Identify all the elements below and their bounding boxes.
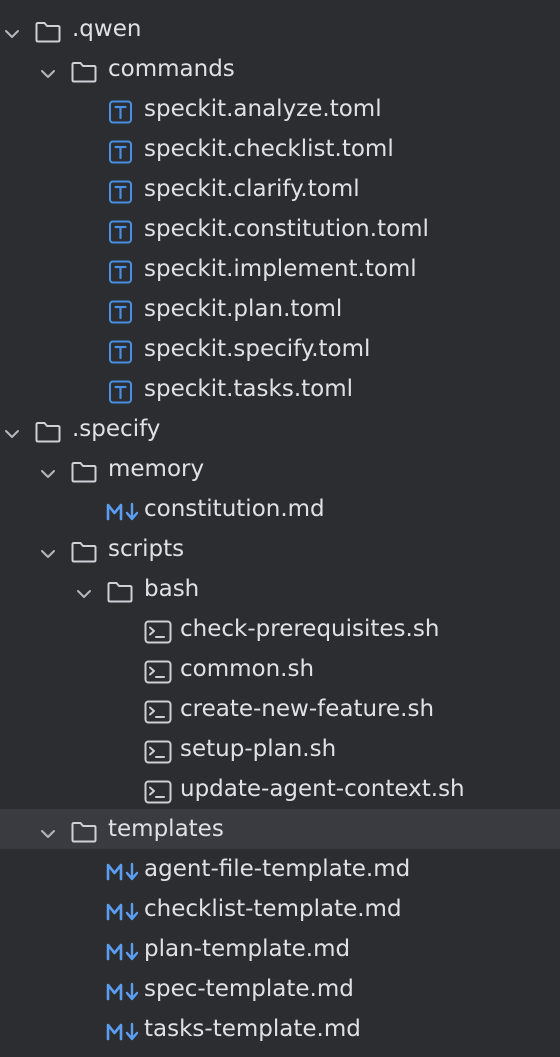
tree-file-constitution-md[interactable]: constitution.md [0, 489, 560, 529]
chevron-down-icon[interactable] [2, 418, 22, 440]
tree-file-speckit-constitution-toml[interactable]: speckit.constitution.toml [0, 209, 560, 249]
folder-label: commands [108, 56, 235, 82]
tree-file-agent-file-template-md[interactable]: agent-file-template.md [0, 849, 560, 889]
folder-icon [34, 17, 62, 43]
folder-label: bash [144, 576, 200, 602]
file-label: constitution.md [144, 496, 325, 522]
folder-label: .qwen [72, 16, 142, 42]
tree-file-create-new-feature-sh[interactable]: create-new-feature.sh [0, 689, 560, 729]
file-label: speckit.plan.toml [144, 296, 343, 322]
shell-script-icon [144, 697, 172, 724]
folder-icon [70, 57, 98, 83]
folder-icon [70, 817, 98, 843]
tree-folder-dot-qwen[interactable]: .qwen [0, 9, 560, 49]
markdown-file-icon [106, 977, 142, 1001]
tree-file-plan-template-md[interactable]: plan-template.md [0, 929, 560, 969]
file-label: plan-template.md [144, 936, 351, 962]
file-label: speckit.checklist.toml [144, 136, 394, 162]
file-label: create-new-feature.sh [180, 696, 435, 722]
file-label: speckit.specify.toml [144, 336, 371, 362]
tree-file-checklist-template-md[interactable]: checklist-template.md [0, 889, 560, 929]
toml-file-icon [107, 257, 135, 284]
toml-file-icon [107, 137, 135, 164]
file-label: setup-plan.sh [180, 736, 337, 762]
tree-folder-commands[interactable]: commands [0, 49, 560, 89]
shell-script-icon [144, 657, 172, 684]
toml-file-icon [107, 377, 135, 404]
tree-file-speckit-tasks-toml[interactable]: speckit.tasks.toml [0, 369, 560, 409]
tree-file-tasks-template-md[interactable]: tasks-template.md [0, 1009, 560, 1049]
file-label: speckit.analyze.toml [144, 96, 382, 122]
file-label: checklist-template.md [144, 896, 402, 922]
file-label: check-prerequisites.sh [180, 616, 440, 642]
shell-script-icon [144, 777, 172, 804]
markdown-file-icon [106, 857, 142, 881]
toml-file-icon [107, 337, 135, 364]
chevron-down-icon[interactable] [2, 18, 22, 40]
folder-icon [34, 417, 62, 443]
tree-file-update-agent-context-sh[interactable]: update-agent-context.sh [0, 769, 560, 809]
tree-folder-memory[interactable]: memory [0, 449, 560, 489]
shell-script-icon [144, 737, 172, 764]
folder-icon [106, 577, 134, 603]
tree-file-speckit-clarify-toml[interactable]: speckit.clarify.toml [0, 169, 560, 209]
markdown-file-icon [106, 937, 142, 961]
folder-icon [70, 537, 98, 563]
project-tree: .qwen commands speckit.analyze.toml speckit… [0, 0, 560, 1050]
shell-script-icon [144, 617, 172, 644]
toml-file-icon [107, 97, 135, 124]
file-label: speckit.implement.toml [144, 256, 417, 282]
tree-file-setup-plan-sh[interactable]: setup-plan.sh [0, 729, 560, 769]
tree-folder-templates[interactable]: templates [0, 809, 560, 849]
tree-file-speckit-implement-toml[interactable]: speckit.implement.toml [0, 249, 560, 289]
tree-file-check-prerequisites-sh[interactable]: check-prerequisites.sh [0, 609, 560, 649]
tree-file-speckit-plan-toml[interactable]: speckit.plan.toml [0, 289, 560, 329]
tree-file-speckit-specify-toml[interactable]: speckit.specify.toml [0, 329, 560, 369]
tree-folder-dot-specify[interactable]: .specify [0, 409, 560, 449]
markdown-file-icon [106, 497, 142, 521]
folder-icon [70, 457, 98, 483]
file-label: update-agent-context.sh [180, 776, 465, 802]
folder-label: memory [108, 456, 205, 482]
toml-file-icon [107, 217, 135, 244]
file-label: tasks-template.md [144, 1016, 361, 1042]
chevron-down-icon[interactable] [74, 578, 94, 600]
chevron-down-icon[interactable] [38, 818, 58, 840]
tree-folder-bash[interactable]: bash [0, 569, 560, 609]
file-label: common.sh [180, 656, 315, 682]
toml-file-icon [107, 297, 135, 324]
chevron-down-icon[interactable] [38, 458, 58, 480]
folder-label: scripts [108, 536, 185, 562]
toml-file-icon [107, 177, 135, 204]
tree-file-common-sh[interactable]: common.sh [0, 649, 560, 689]
tree-file-speckit-analyze-toml[interactable]: speckit.analyze.toml [0, 89, 560, 129]
markdown-file-icon [106, 897, 142, 921]
tree-file-speckit-checklist-toml[interactable]: speckit.checklist.toml [0, 129, 560, 169]
markdown-file-icon [106, 1017, 142, 1041]
file-label: speckit.tasks.toml [144, 376, 354, 402]
tree-folder-scripts[interactable]: scripts [0, 529, 560, 569]
file-label: speckit.constitution.toml [144, 216, 429, 242]
clipped-header-row [0, 0, 560, 6]
file-label: spec-template.md [144, 976, 354, 1002]
folder-label: templates [108, 816, 224, 842]
file-label: agent-file-template.md [144, 856, 411, 882]
tree-file-spec-template-md[interactable]: spec-template.md [0, 969, 560, 1009]
chevron-down-icon[interactable] [38, 538, 58, 560]
file-label: speckit.clarify.toml [144, 176, 360, 202]
chevron-down-icon[interactable] [38, 58, 58, 80]
folder-label: .specify [72, 416, 161, 442]
